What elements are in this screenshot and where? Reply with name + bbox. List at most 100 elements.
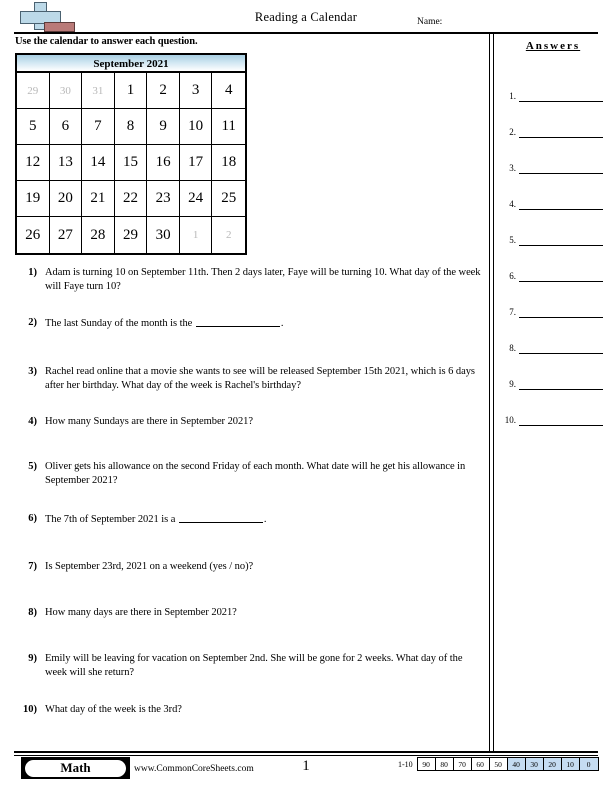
page-header: Reading a Calendar Name: xyxy=(0,0,612,34)
calendar-day-cell: 4 xyxy=(212,73,245,109)
calendar-day-cell: 28 xyxy=(82,217,115,253)
answer-row: 10. xyxy=(497,390,609,426)
answer-write-line[interactable] xyxy=(519,378,603,390)
calendar-day-cell: 20 xyxy=(49,181,83,217)
calendar-day-cell: 23 xyxy=(147,181,180,217)
score-box: 20 xyxy=(543,758,562,770)
question-text-segment: The 7th of September 2021 is a xyxy=(45,514,178,525)
calendar-day-cell: 10 xyxy=(179,109,213,145)
answer-row: 6. xyxy=(497,246,609,282)
question-text-segment: How many Sundays are there in September … xyxy=(45,416,253,427)
calendar-day-cell: 30 xyxy=(147,217,180,253)
question-text-segment: What day of the week is the 3rd? xyxy=(45,704,182,715)
calendar-day-cell: 18 xyxy=(212,145,245,181)
question-item: 2) The last Sunday of the month is the . xyxy=(15,316,483,331)
calendar-day-cell: 12 xyxy=(17,145,50,181)
calendar-day-cell: 17 xyxy=(179,145,213,181)
question-item: 8) How many days are there in September 2… xyxy=(15,606,483,620)
score-scale: 1-10 90 80 70 60 50 40 30 20 10 0 xyxy=(398,757,599,771)
question-text-segment: . xyxy=(263,514,267,525)
calendar-day-cell-adjacent: 29 xyxy=(17,73,50,109)
name-field-label[interactable]: Name: xyxy=(417,17,442,27)
question-text: What day of the week is the 3rd? xyxy=(45,703,483,717)
answer-row: 5. xyxy=(497,210,609,246)
question-number: 4) xyxy=(28,416,37,427)
calendar-day-cell-adjacent: 30 xyxy=(49,73,83,109)
answer-write-line[interactable] xyxy=(519,342,603,354)
answer-write-line[interactable] xyxy=(519,234,603,246)
calendar-day-cell: 14 xyxy=(82,145,115,181)
answer-write-line[interactable] xyxy=(519,90,603,102)
score-box: 70 xyxy=(453,758,472,770)
instruction-text: Use the calendar to answer each question… xyxy=(15,36,198,47)
calendar-day-cell: 25 xyxy=(212,181,245,217)
calendar-day-cell: 8 xyxy=(114,109,148,145)
score-box: 30 xyxy=(525,758,544,770)
question-text-segment: The last Sunday of the month is the xyxy=(45,318,195,329)
answer-write-line[interactable] xyxy=(519,126,603,138)
answer-number: 8. xyxy=(509,343,516,353)
calendar-day-cell-adjacent: 31 xyxy=(82,73,115,109)
question-text: Adam is turning 10 on September 11th. Th… xyxy=(45,266,483,294)
score-box: 0 xyxy=(579,758,598,770)
question-number: 5) xyxy=(28,461,37,472)
score-box: 60 xyxy=(471,758,490,770)
calendar-widget: September 2021 29 30 31 1 2 3 4 5 6 7 8 9 10 11 12 13 14… xyxy=(15,53,247,255)
score-box: 90 xyxy=(417,758,436,770)
answer-row: 2. xyxy=(497,102,609,138)
answer-write-line[interactable] xyxy=(519,198,603,210)
question-text-segment: Emily will be leaving for vacation on Se… xyxy=(45,653,463,678)
calendar-day-grid: 29 30 31 1 2 3 4 5 6 7 8 9 10 11 12 13 14 15 16 17 18 19 20 21 2… xyxy=(17,73,245,253)
question-item: 9) Emily will be leaving for vacation on … xyxy=(15,652,483,680)
answer-blank[interactable] xyxy=(178,512,263,523)
calendar-day-cell: 19 xyxy=(17,181,50,217)
answer-row: 1. xyxy=(497,66,609,102)
calendar-day-cell: 1 xyxy=(114,73,148,109)
question-text-segment: Rachel read online that a movie she want… xyxy=(45,366,475,391)
answer-row: 7. xyxy=(497,282,609,318)
answer-write-line[interactable] xyxy=(519,306,603,318)
answer-write-line[interactable] xyxy=(519,162,603,174)
calendar-day-cell-adjacent: 2 xyxy=(225,229,232,241)
answer-write-line[interactable] xyxy=(519,414,603,426)
question-item: 3) Rachel read online that a movie she wa… xyxy=(15,365,483,393)
answer-number: 2. xyxy=(509,127,516,137)
answer-blank[interactable] xyxy=(195,316,280,327)
question-number: 7) xyxy=(28,561,37,572)
question-number: 1) xyxy=(28,267,37,278)
calendar-day-cell: 26 xyxy=(17,217,50,253)
question-text: The 7th of September 2021 is a . xyxy=(45,512,483,527)
header-divider xyxy=(14,32,598,34)
calendar-month-title: September 2021 xyxy=(17,55,245,73)
calendar-day-cell: 21 xyxy=(82,181,115,217)
question-number: 8) xyxy=(28,607,37,618)
answer-write-line[interactable] xyxy=(519,270,603,282)
calendar-day-cell: 15 xyxy=(114,145,148,181)
answer-row: 3. xyxy=(497,138,609,174)
page-title: Reading a Calendar xyxy=(254,10,358,24)
question-item: 7) Is September 23rd, 2021 on a weekend (… xyxy=(15,560,483,574)
question-item: 6) The 7th of September 2021 is a . xyxy=(15,512,483,527)
calendar-day-cell: 5 xyxy=(17,109,50,145)
question-item: 4) How many Sundays are there in Septembe… xyxy=(15,415,483,429)
score-box: 80 xyxy=(435,758,454,770)
answer-number: 5. xyxy=(509,235,516,245)
calendar-day-cell-adjacent: 1 xyxy=(180,217,213,253)
score-box: 50 xyxy=(489,758,508,770)
question-item: 5) Oliver gets his allowance on the secon… xyxy=(15,460,483,488)
answer-number: 10. xyxy=(504,415,516,425)
question-number: 3) xyxy=(28,366,37,377)
answers-heading: Answers xyxy=(525,40,581,52)
question-text-segment: Oliver gets his allowance on the second … xyxy=(45,461,466,486)
question-text: Rachel read online that a movie she want… xyxy=(45,365,483,393)
question-text-segment: . xyxy=(280,318,284,329)
calendar-day-cell: 6 xyxy=(49,109,83,145)
question-number: 9) xyxy=(28,653,37,664)
answer-row: 8. xyxy=(497,318,609,354)
question-text: Oliver gets his allowance on the second … xyxy=(45,460,483,488)
question-item: 10) What day of the week is the 3rd? xyxy=(15,703,483,717)
question-text: Is September 23rd, 2021 on a weekend (ye… xyxy=(45,560,483,574)
question-text: How many Sundays are there in September … xyxy=(45,415,483,429)
question-text-segment: Adam is turning 10 on September 11th. Th… xyxy=(45,267,481,292)
vertical-divider-outer xyxy=(489,34,490,752)
